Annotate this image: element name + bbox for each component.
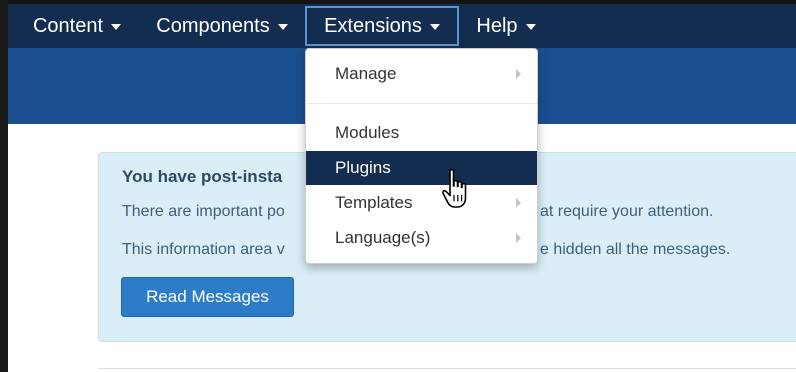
menu-item-plugins[interactable]: Plugins [306, 151, 537, 185]
divider [98, 368, 796, 369]
submenu-arrow-icon [516, 69, 521, 79]
nav-extensions[interactable]: Extensions [305, 6, 459, 46]
menu-item-modules-label: Modules [335, 123, 400, 142]
nav-components[interactable]: Components [141, 4, 303, 48]
nav-help-label: Help [476, 14, 518, 37]
menu-item-languages-label: Language(s) [335, 228, 431, 247]
extensions-dropdown-menu: Manage Modules Plugins Templates Languag… [305, 48, 538, 264]
nav-content-label: Content [32, 14, 104, 37]
menu-item-manage-label: Manage [335, 64, 397, 83]
submenu-arrow-icon [516, 198, 521, 208]
nav-extensions-label: Extensions [324, 14, 422, 37]
hand-pointer-icon [442, 168, 467, 208]
alert-title: You have post-insta [122, 167, 283, 186]
menu-item-templates-label: Templates [335, 193, 413, 212]
chevron-down-icon [525, 24, 536, 30]
nav-content[interactable]: Content [20, 4, 134, 48]
menu-divider [307, 103, 537, 104]
alert-line-2-end: e hidden all the messages. [540, 241, 731, 258]
nav-help[interactable]: Help [466, 4, 546, 48]
menu-item-languages[interactable]: Language(s) [306, 221, 537, 255]
read-messages-button[interactable]: Read Messages [121, 277, 294, 317]
alert-line-1-end: at require your attention. [540, 203, 714, 220]
top-navbar: Content Components Extensions Help [8, 4, 796, 48]
menu-item-plugins-label: Plugins [335, 158, 391, 177]
window-left-edge [0, 0, 8, 372]
menu-item-modules[interactable]: Modules [306, 116, 537, 150]
nav-components-label: Components [156, 14, 270, 37]
menu-item-manage[interactable]: Manage [306, 57, 537, 91]
chevron-down-icon [277, 24, 288, 30]
chevron-down-icon [429, 24, 440, 30]
submenu-arrow-icon [516, 233, 521, 243]
menu-item-templates[interactable]: Templates [306, 186, 537, 220]
alert-line-1-start: There are important po [122, 203, 285, 220]
chevron-down-icon [111, 24, 122, 30]
alert-line-2-start: This information area v [122, 241, 285, 258]
